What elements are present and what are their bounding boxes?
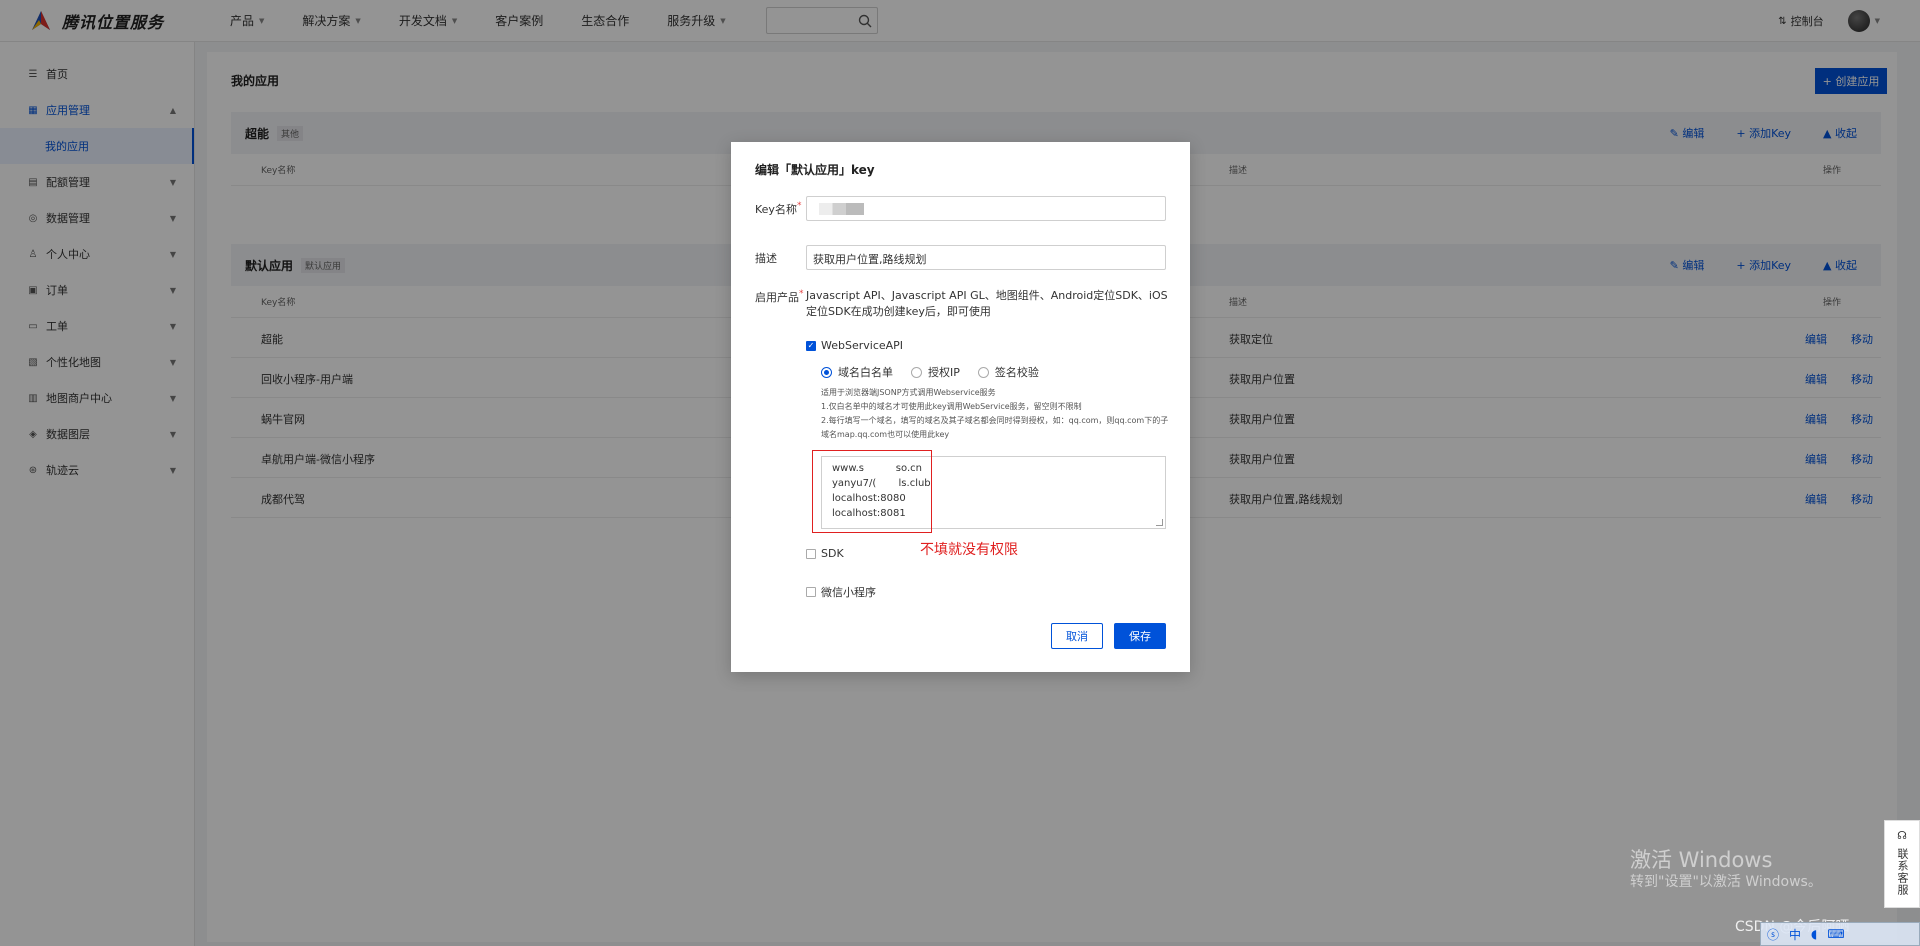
checkbox-label: 微信小程序 (821, 586, 876, 599)
contact-label: 联系客服 (1896, 848, 1909, 896)
radio-domain-whitelist[interactable]: 域名白名单 (821, 364, 893, 380)
checkbox-box (806, 587, 816, 597)
dialog-title: 编辑「默认应用」key (755, 163, 875, 177)
redacted-value (819, 203, 864, 215)
key-name-input[interactable] (806, 196, 1166, 221)
checkbox-box (806, 548, 816, 559)
annotation-highlight-box (812, 450, 932, 533)
watermark-subtitle: 转到"设置"以激活 Windows。 (1630, 874, 1822, 890)
required-mark: * (799, 289, 804, 299)
ime-toolbar[interactable]: ⓢ 中 ◖ ⌨ (1760, 922, 1920, 946)
checkbox-label: WebServiceAPI (821, 339, 904, 352)
ime-logo-icon: ⓢ (1767, 927, 1780, 942)
radio-authorized-ip[interactable]: 授权IP (911, 364, 960, 380)
radio-dot (911, 366, 922, 378)
resize-handle[interactable] (1156, 519, 1163, 526)
radio-signature[interactable]: 签名校验 (977, 364, 1039, 380)
ime-punct-icon: ◖ (1811, 927, 1818, 941)
help-line: 适用于浏览器端JSONP方式调用Webservice服务 (821, 388, 996, 397)
help-line: 2.每行填写一个域名，填写的域名及其子域名都会同时得到授权，如：qq.com，则… (821, 416, 1169, 439)
check-icon: ✓ (806, 340, 816, 351)
miniprogram-checkbox[interactable]: 微信小程序 (806, 584, 876, 600)
radio-dot (977, 366, 989, 378)
radio-label: 域名白名单 (838, 366, 893, 379)
desc-input[interactable]: 获取用户位置,路线规划 (806, 245, 1166, 270)
label-text: 启用产品 (755, 291, 799, 304)
cancel-button[interactable]: 取消 (1051, 623, 1103, 649)
watermark-title: 激活 Windows (1630, 848, 1773, 872)
key-name-label: Key名称* (755, 201, 801, 217)
label-text: Key名称 (755, 203, 797, 216)
save-button[interactable]: 保存 (1114, 623, 1166, 649)
help-line: 1.仅白名单中的域名才可使用此key调用WebService服务，留空则不限制 (821, 402, 1082, 411)
headset-icon: ☊ (1897, 829, 1907, 842)
checkbox-label: SDK (821, 547, 844, 560)
desc-label: 描述 (755, 252, 777, 265)
annotation-text: 不填就没有权限 (920, 542, 1018, 558)
contact-support-button[interactable]: ☊ 联系客服 (1884, 820, 1920, 908)
products-label: 启用产品* (755, 289, 804, 305)
auth-mode-radio-group: 域名白名单 授权IP 签名校验 (821, 364, 1039, 380)
radio-label: 签名校验 (994, 366, 1039, 379)
ime-mode-icon: 中 (1789, 927, 1802, 942)
sdk-checkbox[interactable]: SDK (806, 547, 844, 560)
edit-key-dialog: 编辑「默认应用」key Key名称* 描述 获取用户位置,路线规划 启用产品* … (731, 142, 1190, 672)
products-description: Javascript API、Javascript API GL、地图组件、An… (806, 289, 1168, 318)
required-mark: * (796, 201, 802, 211)
whitelist-help: 适用于浏览器端JSONP方式调用Webservice服务 1.仅白名单中的域名才… (821, 386, 1173, 442)
windows-activation-watermark: 激活 Windows 转到"设置"以激活 Windows。 (1630, 849, 1822, 893)
radio-dot (821, 366, 832, 378)
ime-keyboard-icon: ⌨ (1827, 927, 1845, 941)
webservice-checkbox[interactable]: ✓ WebServiceAPI (806, 339, 903, 352)
radio-label: 授权IP (928, 366, 960, 379)
